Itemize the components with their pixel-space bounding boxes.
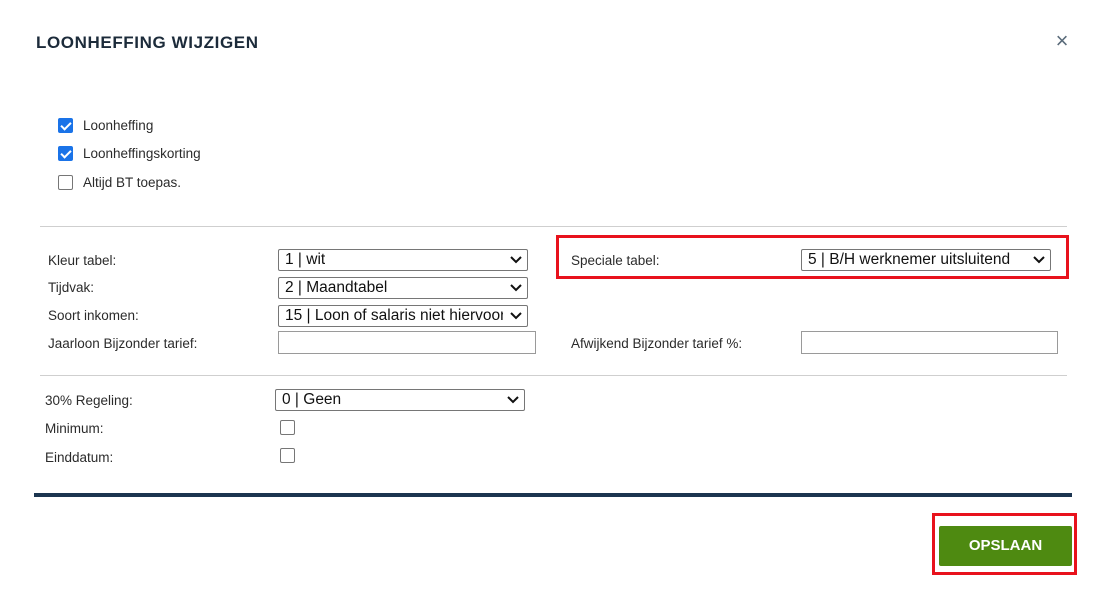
loonheffing-dialog: LOONHEFFING WIJZIGEN × Loonheffing Loonh… [0,0,1112,592]
kleur-tabel-select[interactable]: 1 | wit [278,249,528,271]
checkbox-row-loonheffing[interactable]: Loonheffing [58,116,153,134]
soort-inkomen-select[interactable]: 15 | Loon of salaris niet hiervoor [278,305,528,327]
close-icon[interactable]: × [1053,30,1071,52]
altijd-bt-label: Altijd BT toepas. [83,174,182,190]
checkbox-row-altijd-bt[interactable]: Altijd BT toepas. [58,173,181,191]
tijdvak-select[interactable]: 2 | Maandtabel [278,277,528,299]
loonheffing-label: Loonheffing [83,117,154,133]
speciale-tabel-value: 5 | B/H werknemer uitsluitend [808,251,1011,268]
minimum-checkbox[interactable] [280,420,295,435]
divider-top [40,226,1067,227]
loonheffingskorting-checkbox[interactable] [58,145,73,161]
chevron-down-icon [510,284,522,292]
kleur-tabel-value: 1 | wit [285,251,326,268]
chevron-down-icon [1033,256,1045,264]
regeling-value: 0 | Geen [282,391,342,408]
einddatum-checkbox[interactable] [280,448,295,463]
soort-inkomen-label: Soort inkomen: [48,308,139,323]
footer-divider [34,493,1072,497]
minimum-label: Minimum: [45,421,104,436]
tijdvak-label: Tijdvak: [48,280,95,295]
chevron-down-icon [507,396,519,404]
speciale-tabel-select[interactable]: 5 | B/H werknemer uitsluitend [801,249,1051,271]
chevron-down-icon [510,312,522,320]
einddatum-label: Einddatum: [45,450,114,465]
regeling-label: 30% Regeling: [45,393,133,408]
speciale-tabel-label: Speciale tabel: [571,253,660,268]
dialog-title: LOONHEFFING WIJZIGEN [36,33,259,52]
jaarloon-label: Jaarloon Bijzonder tarief: [48,336,198,351]
save-button[interactable]: OPSLAAN [939,526,1072,566]
afwijkend-label: Afwijkend Bijzonder tarief %: [571,336,743,351]
checkbox-row-loonheffingskorting[interactable]: Loonheffingskorting [58,144,201,162]
altijd-bt-checkbox[interactable] [58,174,73,190]
regeling-select[interactable]: 0 | Geen [275,389,525,411]
afwijkend-input[interactable] [801,331,1058,354]
jaarloon-input[interactable] [278,331,536,354]
loonheffing-checkbox[interactable] [58,117,73,133]
soort-inkomen-value: 15 | Loon of salaris niet hiervoor [285,307,503,324]
chevron-down-icon [510,256,522,264]
kleur-tabel-label: Kleur tabel: [48,253,117,268]
tijdvak-value: 2 | Maandtabel [285,279,388,296]
loonheffingskorting-label: Loonheffingskorting [83,145,201,161]
divider-middle [40,375,1067,376]
